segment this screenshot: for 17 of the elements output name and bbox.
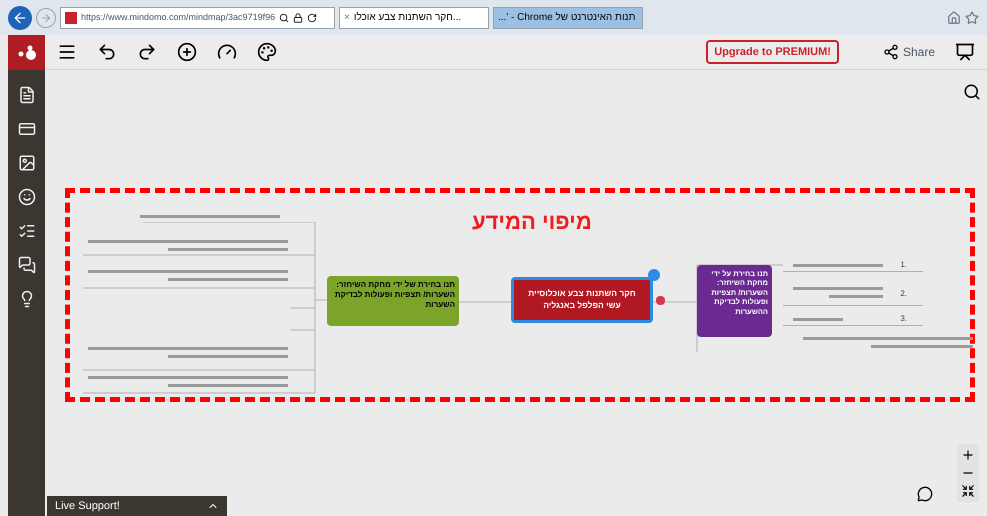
live-support-bar[interactable]: Live Support! (47, 496, 227, 516)
browser-tab[interactable]: × ...חקר השתנות צבע אוכלו (339, 6, 489, 28)
address-field[interactable]: https://www.mindomo.com/mindmap/3ac9719f96 (60, 6, 335, 28)
branch-node[interactable]: תנו בחירת של ידי מחקת השיחזר: השערות/ תצפיות ופעולות לבדיקת השערות (327, 276, 459, 326)
tab-title: ...חקר השתנות צבע אוכלו (354, 10, 462, 25)
live-support-label: Live Support! (55, 498, 120, 514)
leaf-number: 1. (900, 258, 907, 270)
share-button[interactable]: Share (882, 43, 935, 61)
central-node[interactable]: חקר השתנות צבע אוכלוסיית עשי הפלפל באנגליה (511, 277, 653, 323)
tab-title: תנות האינטרנט של Chrome - '... (498, 10, 636, 25)
annotation-title: מיפוי המידע (472, 208, 592, 236)
browser-tab[interactable]: תנות האינטרנט של Chrome - '... (493, 6, 643, 28)
leaf-number: 2. (900, 288, 907, 300)
upgrade-button[interactable]: Upgrade to PREMIUM! (706, 40, 839, 64)
url-text: https://www.mindomo.com/mindmap/3ac9719f96 (81, 10, 276, 24)
leaf-number: 3. (900, 312, 907, 324)
close-tab-button[interactable]: × (344, 10, 350, 25)
